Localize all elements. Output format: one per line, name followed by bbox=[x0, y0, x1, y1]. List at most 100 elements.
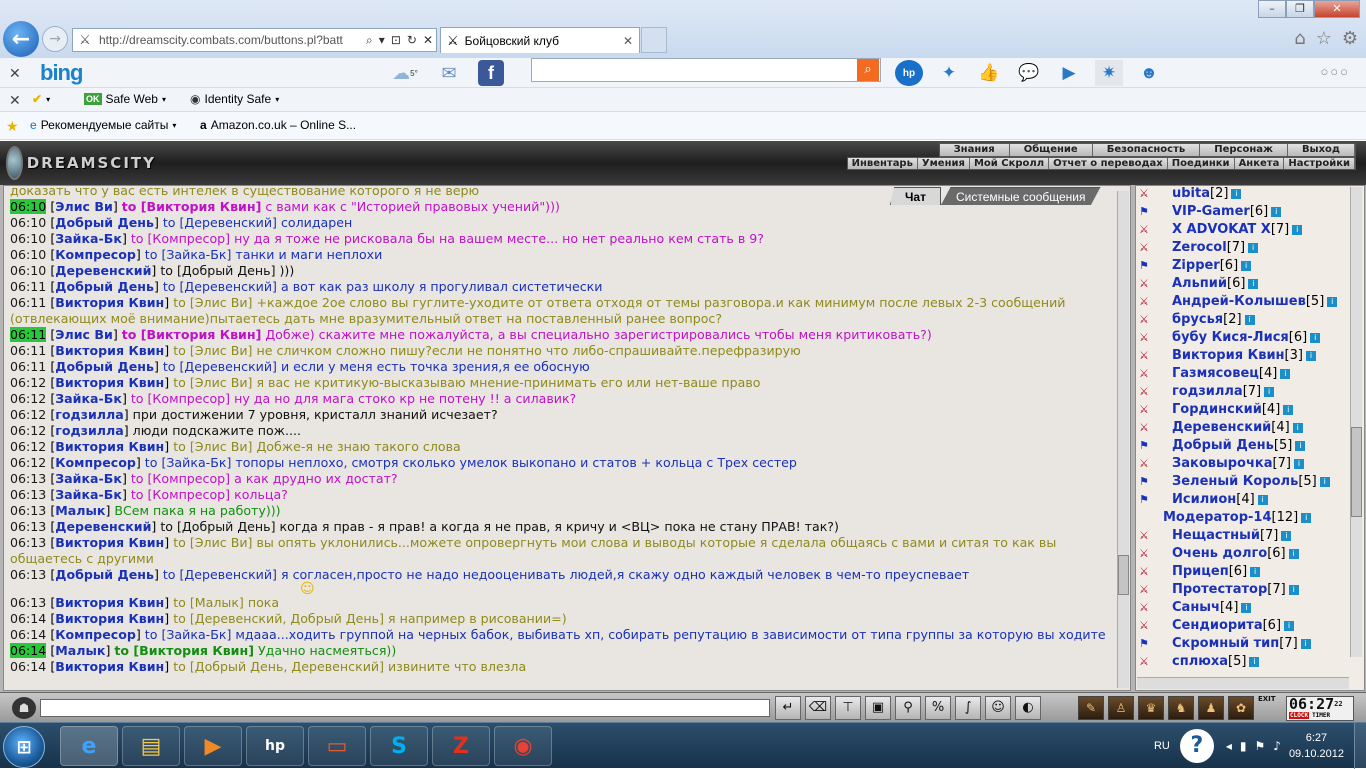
message-recipient[interactable]: to [Зайка-Бк] bbox=[145, 627, 232, 642]
user-name[interactable]: Заковырочка bbox=[1172, 455, 1273, 473]
search-icon[interactable]: ⌕ bbox=[363, 33, 376, 48]
info-icon[interactable]: i bbox=[1244, 315, 1255, 325]
message-sender[interactable]: Виктория Квин bbox=[55, 595, 164, 610]
message-time[interactable]: 06:11 bbox=[10, 295, 46, 310]
info-icon[interactable]: i bbox=[1231, 189, 1242, 199]
speaker-head-icon[interactable]: ☗ bbox=[12, 697, 36, 719]
user-name[interactable]: Скромный тип bbox=[1172, 635, 1279, 653]
message-sender[interactable]: Компресор bbox=[55, 247, 136, 262]
message-recipient[interactable]: to [Деревенский] bbox=[163, 215, 277, 230]
user-row[interactable]: ⚔ Гординский [4] i bbox=[1139, 401, 1337, 419]
message-sender[interactable]: Деревенский bbox=[55, 519, 151, 534]
video-film-icon[interactable]: ▶ bbox=[1055, 60, 1083, 86]
treasure-icon[interactable]: ♛ bbox=[1138, 696, 1164, 720]
dog-icon[interactable]: ✿ bbox=[1228, 696, 1254, 720]
clock-date[interactable]: 6:27 09.10.2012 bbox=[1289, 730, 1344, 762]
help-icon[interactable]: ? bbox=[1179, 729, 1214, 763]
restore-button[interactable]: ❐ bbox=[1286, 0, 1314, 18]
user-row[interactable]: ⚔ Альпий [6] i bbox=[1139, 275, 1337, 293]
user-status-icon[interactable]: ⚑ bbox=[1139, 637, 1165, 651]
info-icon[interactable]: i bbox=[1271, 207, 1282, 217]
weather-cloud-icon[interactable]: ☁ 5° bbox=[390, 60, 420, 86]
message-recipient[interactable]: to [Добрый День] bbox=[160, 263, 275, 278]
menu-inventory[interactable]: Инвентарь bbox=[848, 158, 918, 169]
norton-menu[interactable]: ✔ ▾ bbox=[32, 92, 50, 106]
user-status-icon[interactable]: ⚔ bbox=[1139, 547, 1165, 561]
tray-arrow-icon[interactable]: ◂ bbox=[1226, 739, 1232, 753]
user-row[interactable]: ⚔ сплюха [5] i bbox=[1139, 653, 1337, 671]
message-sender[interactable]: Виктория Квин bbox=[55, 611, 164, 626]
message-recipient[interactable]: to [Элис Ви] bbox=[173, 375, 252, 390]
scroll-icon[interactable]: ✎ bbox=[1078, 696, 1104, 720]
message-time[interactable]: 06:12 bbox=[10, 439, 46, 454]
more-icon[interactable]: ○○○ bbox=[1320, 64, 1350, 79]
slash-icon[interactable]: % bbox=[925, 696, 951, 720]
message-recipient[interactable]: to [Деревенский, Добрый День] bbox=[173, 611, 384, 626]
message-recipient[interactable]: to [Элис Ви] bbox=[173, 535, 252, 550]
mail-icon[interactable]: ✉ bbox=[434, 60, 464, 86]
info-icon[interactable]: i bbox=[1288, 585, 1299, 595]
message-time[interactable]: 06:13 bbox=[10, 519, 46, 534]
user-status-icon[interactable]: ⚔ bbox=[1139, 655, 1165, 669]
message-sender[interactable]: Виктория Квин bbox=[55, 659, 164, 674]
menu-profile[interactable]: Анкета bbox=[1235, 158, 1285, 169]
info-icon[interactable]: i bbox=[1305, 351, 1316, 361]
info-icon[interactable]: i bbox=[1257, 495, 1268, 505]
user-row[interactable]: ⚔ Очень долго [6] i bbox=[1139, 545, 1337, 563]
message-recipient[interactable]: to [Компресор] bbox=[131, 487, 230, 502]
user-name[interactable]: VIP-Gamer bbox=[1172, 203, 1250, 221]
info-icon[interactable]: i bbox=[1300, 639, 1311, 649]
message-time[interactable]: 06:12 bbox=[10, 407, 46, 422]
taskbar-media-player[interactable]: ▶ bbox=[184, 726, 242, 766]
info-icon[interactable]: i bbox=[1327, 297, 1338, 307]
message-recipient[interactable]: to [Компресор] bbox=[131, 231, 230, 246]
user-status-icon[interactable]: ⚔ bbox=[1139, 295, 1165, 309]
info-icon[interactable]: i bbox=[1292, 423, 1303, 433]
close-toolbar-icon[interactable]: ✕ bbox=[9, 92, 21, 109]
user-row[interactable]: ⚔ Заковырочка [7] i bbox=[1139, 455, 1337, 473]
user-status-icon[interactable]: ⚔ bbox=[1139, 565, 1165, 579]
eraser-icon[interactable]: ⌫ bbox=[805, 696, 831, 720]
info-icon[interactable]: i bbox=[1264, 387, 1275, 397]
message-time[interactable]: 06:11 bbox=[10, 279, 46, 294]
user-status-icon[interactable]: ⚔ bbox=[1139, 529, 1165, 543]
user-row[interactable]: ⚔ Протестатор [7] i bbox=[1139, 581, 1337, 599]
user-name[interactable]: Газмясовец bbox=[1172, 365, 1259, 383]
menu-character[interactable]: Персонаж bbox=[1200, 144, 1288, 156]
users-scroll-thumb[interactable] bbox=[1351, 427, 1362, 517]
save-disk-icon[interactable]: ▣ bbox=[865, 696, 891, 720]
bing-logo[interactable]: bing bbox=[40, 60, 83, 86]
user-name[interactable]: Деревенский bbox=[1172, 419, 1271, 437]
message-recipient[interactable]: to [Элис Ви] bbox=[173, 439, 252, 454]
user-name[interactable]: Модератор-14 bbox=[1163, 509, 1272, 527]
filter-icon[interactable]: ⊤ bbox=[835, 696, 861, 720]
user-name[interactable]: X ADVOKAT X bbox=[1172, 221, 1271, 239]
message-time[interactable]: 06:14 bbox=[10, 659, 46, 674]
user-status-icon[interactable]: ⚔ bbox=[1139, 367, 1165, 381]
message-sender[interactable]: Добрый День bbox=[55, 215, 154, 230]
message-recipient[interactable]: to [Компресор] bbox=[131, 471, 230, 486]
show-desktop-button[interactable] bbox=[1354, 723, 1366, 769]
user-name[interactable]: Zerocol bbox=[1172, 239, 1227, 257]
menu-settings[interactable]: Настройки bbox=[1284, 158, 1355, 169]
helmet-icon[interactable]: ◐ bbox=[1015, 696, 1041, 720]
user-row[interactable]: ⚑ VIP-Gamer [6] i bbox=[1139, 203, 1337, 221]
user-name[interactable]: Гординский bbox=[1172, 401, 1262, 419]
user-row[interactable]: ⚔ Zerocol [7] i bbox=[1139, 239, 1337, 257]
user-name[interactable]: брусья bbox=[1172, 311, 1223, 329]
user-status-icon[interactable]: ⚔ bbox=[1139, 313, 1165, 327]
message-recipient[interactable]: to [Деревенский] bbox=[163, 279, 277, 294]
taskbar-chrome[interactable]: ◉ bbox=[494, 726, 552, 766]
taskbar-presentation[interactable]: ▭ bbox=[308, 726, 366, 766]
user-name[interactable]: Прицеп bbox=[1172, 563, 1229, 581]
message-sender[interactable]: Зайка-Бк bbox=[55, 471, 122, 486]
user-row[interactable]: Модератор-14 [12] i bbox=[1139, 509, 1337, 527]
user-status-icon[interactable]: ⚑ bbox=[1139, 493, 1165, 507]
user-name[interactable]: Протестатор bbox=[1172, 581, 1267, 599]
taskbar-ie[interactable]: e bbox=[60, 726, 118, 766]
users-hscrollbar[interactable] bbox=[1137, 677, 1349, 689]
message-recipient[interactable]: to [Виктория Квин] bbox=[122, 199, 262, 214]
message-sender[interactable]: Виктория Квин bbox=[55, 439, 164, 454]
message-sender[interactable]: Добрый День bbox=[55, 359, 154, 374]
info-icon[interactable]: i bbox=[1250, 567, 1261, 577]
